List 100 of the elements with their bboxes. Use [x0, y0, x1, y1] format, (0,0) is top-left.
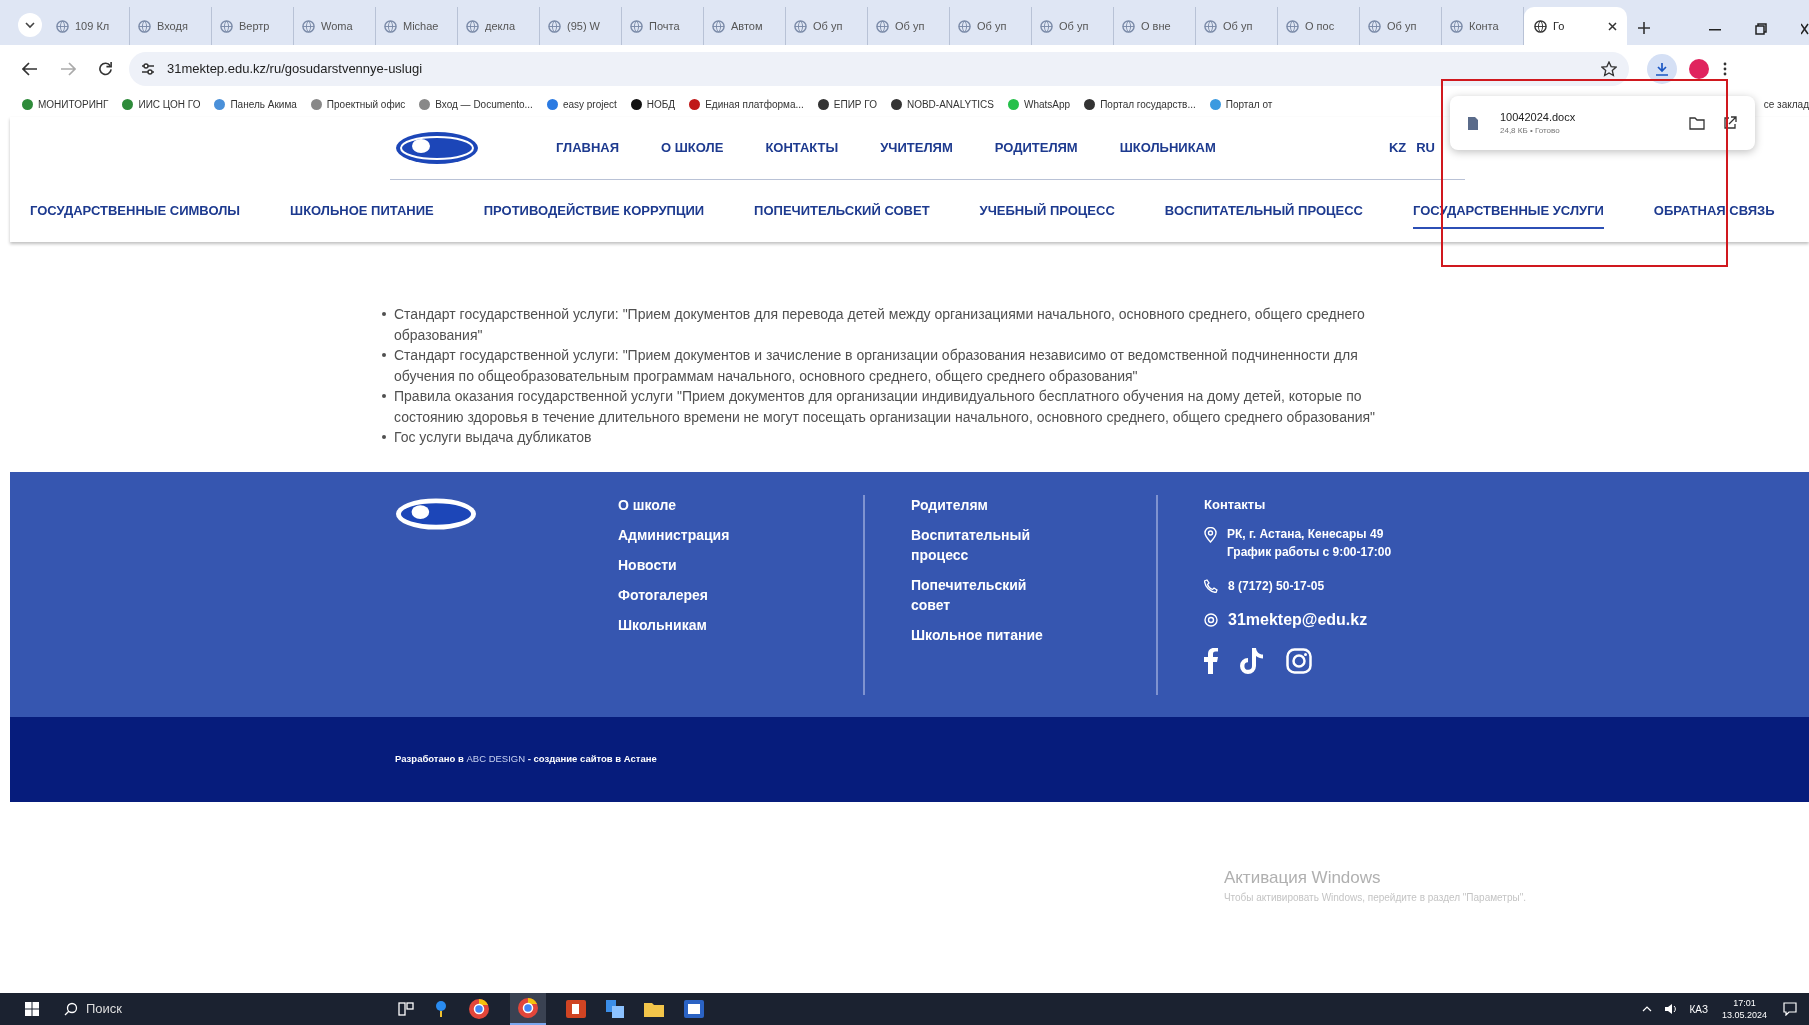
footer-link[interactable]: О школе	[618, 494, 863, 515]
section-nav-link[interactable]: ВОСПИТАТЕЛЬНЫЙ ПРОЦЕСС	[1164, 201, 1363, 229]
bookmark-link[interactable]: Проектный офис	[310, 97, 406, 112]
email-link[interactable]: 31mektep@edu.kz	[1228, 607, 1368, 632]
footer-link[interactable]: Школьникам	[618, 614, 863, 635]
abc-design-link[interactable]: ABC DESIGN	[466, 752, 526, 764]
nav-link[interactable]: УЧИТЕЛЯМ	[880, 138, 953, 158]
bookmark-link[interactable]: Панель Акима	[214, 97, 297, 112]
bookmark-star-icon[interactable]	[1601, 60, 1617, 77]
page-icon	[1040, 19, 1053, 33]
open-external-icon[interactable]	[1723, 116, 1737, 130]
browser-tab[interactable]: Го	[1524, 7, 1627, 45]
bookmark-link[interactable]: ЕПИР ГО	[817, 97, 877, 112]
close-icon[interactable]	[1801, 23, 1809, 35]
close-tab-icon[interactable]	[1608, 21, 1617, 31]
section-nav-link[interactable]: ПРОТИВОДЕЙСТВИЕ КОРРУПЦИИ	[483, 201, 705, 229]
nav-link[interactable]: ШКОЛЬНИКАМ	[1119, 138, 1216, 158]
phone-link[interactable]: 8 (7172) 50-17-05	[1228, 576, 1325, 595]
document-link[interactable]: Стандарт государственной услуги: "Прием документов и зачисление в организации образования независимо от ведомственной подчиненности для обучения по общеобразовательным программам начального, основного среднего, общего среднего образования"	[394, 345, 1380, 386]
section-nav-link[interactable]: ШКОЛЬНОЕ ПИТАНИЕ	[290, 201, 434, 229]
footer-link[interactable]: Фотогалерея	[618, 584, 863, 605]
bookmark-link[interactable]: Вход — Documento...	[419, 97, 533, 112]
clock[interactable]: 17:01 13.05.2024	[1721, 997, 1767, 1021]
language-link[interactable]: KZ	[1388, 138, 1407, 158]
document-link[interactable]: Гос услуги выдача дубликатов	[394, 427, 592, 448]
school-logo[interactable]	[395, 131, 479, 165]
app-icon[interactable]	[606, 1000, 624, 1018]
tray-caret-icon[interactable]	[1641, 1006, 1652, 1012]
location-pin-icon	[1204, 526, 1217, 543]
download-item[interactable]: 10042024.docx 24,8 КБ • Готово	[1500, 108, 1576, 138]
page-icon	[712, 19, 725, 33]
profile-avatar-icon[interactable]	[1689, 58, 1709, 79]
site-settings-icon[interactable]	[141, 62, 155, 75]
phone-icon	[1204, 578, 1218, 593]
minimize-icon[interactable]	[1709, 29, 1721, 31]
nav-link[interactable]: ГЛАВНАЯ	[556, 138, 620, 158]
bookmark-link[interactable]: МОНИТОРИНГ	[22, 97, 109, 112]
restore-icon[interactable]	[1755, 23, 1767, 35]
browser-app-icon[interactable]	[468, 998, 490, 1020]
document-file-icon	[1468, 116, 1478, 130]
notifications-icon[interactable]	[1783, 1002, 1797, 1016]
tab-list-icon[interactable]	[18, 13, 42, 37]
input-language[interactable]: КАЗ	[1689, 1001, 1708, 1017]
bullet-icon	[382, 435, 386, 439]
folder-icon[interactable]	[1689, 116, 1705, 130]
taskbar-search-field[interactable]: Поиск	[54, 993, 384, 1025]
section-nav-link[interactable]: ОБРАТНАЯ СВЯЗЬ	[1653, 201, 1775, 229]
nav-link[interactable]: КОНТАКТЫ	[765, 138, 839, 158]
page-icon	[1204, 19, 1217, 33]
bookmarks-folder-link[interactable]: се заклад	[1763, 97, 1809, 112]
nav-link[interactable]: О ШКОЛЕ	[661, 138, 724, 158]
bookmark-link[interactable]: Портал от	[1209, 97, 1273, 112]
bookmark-link[interactable]: НОБД	[630, 97, 676, 112]
footer-link[interactable]: Администрация	[618, 524, 863, 545]
footer-link[interactable]: Воспитательный процесс	[911, 524, 1051, 565]
download-icon[interactable]	[1647, 53, 1677, 84]
page-icon	[794, 19, 807, 33]
facebook-icon[interactable]	[1204, 647, 1218, 674]
language-link[interactable]: RU	[1416, 138, 1435, 158]
address-bar[interactable]: 31mektep.edu.kz/ru/gosudarstvennye-uslugi	[129, 51, 1629, 86]
footer-link[interactable]: Школьное питание	[911, 624, 1051, 645]
bookmark-link[interactable]: Единая платформа...	[689, 97, 804, 112]
section-nav-link[interactable]: УЧЕБНЫЙ ПРОЦЕСС	[979, 201, 1115, 229]
bookmark-link[interactable]: easy project	[546, 97, 617, 112]
windows-activation-title: Активация Windows	[1223, 866, 1382, 889]
footer-link[interactable]: Попечительский совет	[911, 574, 1051, 615]
bookmark-link[interactable]: NOBD-ANALYTICS	[890, 97, 994, 112]
pin-app-icon[interactable]	[434, 1000, 448, 1018]
credit-text: Разработано в ABC DESIGN - создание сайтов в Астане	[395, 751, 657, 766]
page-icon	[138, 19, 151, 33]
footer-link[interactable]: Новости	[618, 554, 863, 575]
document-link[interactable]: Стандарт государственной услуги: "Прием документов для перевода детей между организациями начального, основного среднего, общего среднего образования"	[394, 304, 1380, 345]
page-icon	[548, 19, 561, 33]
task-view-icon[interactable]	[398, 1002, 414, 1016]
bookmark-link[interactable]: ИИС ЦОН ГО	[122, 97, 201, 112]
page-icon	[1122, 19, 1135, 33]
footer-link[interactable]: Родителям	[911, 494, 1051, 515]
nav-link[interactable]: РОДИТЕЛЯМ	[994, 138, 1078, 158]
reload-icon[interactable]	[98, 61, 113, 76]
document-link[interactable]: Правила оказания государственной услуги "Прием документов для организации индивидуального бесплатного обучения на дому детей, которые по состоянию здоровья в течение длительного времени не могут посещать организации начального, основного среднего, общего среднего образования"	[394, 386, 1380, 427]
section-nav-link[interactable]: ГОСУДАРСТВЕННЫЕ СИМВОЛЫ	[30, 201, 241, 229]
instagram-icon[interactable]	[1286, 647, 1312, 674]
page-icon	[876, 19, 889, 33]
url-text: 31mektep.edu.kz/ru/gosudarstvennye-uslugi	[167, 59, 423, 78]
folder-icon[interactable]	[644, 1001, 664, 1017]
section-nav-link[interactable]: ПОПЕЧИТЕЛЬСКИЙ СОВЕТ	[754, 201, 930, 229]
bookmark-link[interactable]: Портал государств...	[1084, 97, 1196, 112]
bullet-icon	[382, 312, 386, 316]
volume-icon[interactable]	[1663, 1003, 1678, 1015]
bookmark-link[interactable]: WhatsApp	[1008, 97, 1071, 112]
footer-logo[interactable]	[395, 496, 477, 531]
new-tab-icon[interactable]	[1637, 21, 1651, 35]
back-icon[interactable]	[22, 61, 38, 76]
presentation-app-icon[interactable]	[566, 1000, 586, 1018]
document-app-icon[interactable]	[684, 1000, 704, 1018]
menu-icon[interactable]	[1723, 61, 1727, 76]
browser-app-icon[interactable]	[510, 993, 546, 1025]
page-icon	[1534, 19, 1547, 33]
tiktok-icon[interactable]	[1240, 647, 1264, 674]
page-icon	[466, 19, 479, 33]
